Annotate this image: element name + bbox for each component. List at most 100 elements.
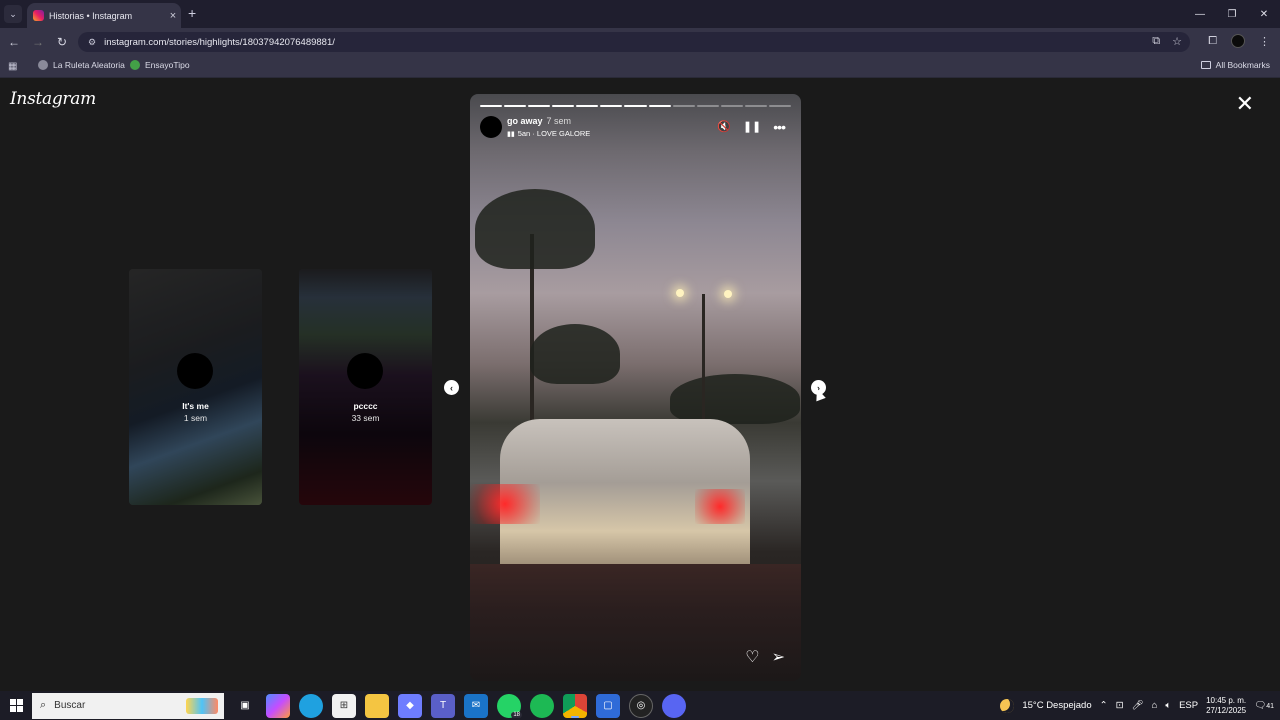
whatsapp-icon[interactable]: 18 <box>497 693 522 718</box>
notification-count: 41 <box>1266 703 1274 710</box>
profile-avatar-icon[interactable] <box>1231 34 1245 48</box>
progress-segment <box>528 105 551 107</box>
progress-segment <box>504 105 527 107</box>
taskbar-search[interactable]: ⌕ Buscar <box>32 692 224 719</box>
volume-icon[interactable]: 🔈︎ <box>1165 700 1171 711</box>
progress-segment <box>744 105 767 107</box>
language-indicator[interactable]: ESP <box>1179 700 1198 711</box>
menu-kebab-icon[interactable]: ⋮ <box>1259 35 1270 48</box>
active-story[interactable]: go away 7 sem ▮▮ 5an · LOVE GALORE 🔇 ❚❚ •… <box>470 94 801 681</box>
previous-story-chevron-left-icon[interactable]: ‹ <box>444 380 459 395</box>
username-text[interactable]: go away <box>507 116 543 126</box>
start-button[interactable] <box>0 691 32 720</box>
music-label: 5an · LOVE GALORE <box>517 129 591 138</box>
app-cube-icon[interactable]: ◆ <box>398 693 422 718</box>
muted-speaker-icon[interactable]: 🔇 <box>717 120 731 133</box>
progress-segment <box>576 105 599 107</box>
task-view-icon[interactable]: ▣ <box>233 694 257 718</box>
url-text: instagram.com/stories/highlights/1803794… <box>104 36 335 48</box>
chevron-up-icon[interactable]: ⌃ <box>1100 700 1108 711</box>
progress-segment <box>600 105 623 107</box>
notifications-icon[interactable]: 🗨︎41 <box>1254 700 1274 711</box>
clock-time: 10:45 p. m. <box>1206 695 1247 705</box>
store-icon[interactable]: ⊞ <box>332 693 356 718</box>
discord-icon[interactable] <box>662 693 686 718</box>
scene-palm-crown <box>475 189 595 269</box>
weather-text[interactable]: 15°C Despejado <box>1022 700 1091 711</box>
network-icon[interactable]: ⌂ <box>1152 700 1158 711</box>
new-tab-button[interactable]: + <box>188 5 196 21</box>
avatar[interactable] <box>480 116 502 138</box>
like-heart-icon[interactable]: ♡ <box>745 647 759 667</box>
story-music[interactable]: ▮▮ 5an · LOVE GALORE <box>507 129 590 138</box>
tab-close-icon[interactable]: × <box>165 10 181 22</box>
extensions-icon[interactable]: ⧠ <box>1208 35 1217 48</box>
app-square-icon[interactable]: ▢ <box>596 693 620 718</box>
mic-icon[interactable]: 🎤︎ <box>1132 700 1144 711</box>
avatar <box>177 353 213 389</box>
bookmark-ensayotipo[interactable]: EnsayoTipo <box>130 60 190 70</box>
progress-segment <box>552 105 575 107</box>
close-window-icon[interactable]: ✕ <box>1248 0 1280 28</box>
story-controls: 🔇 ❚❚ ••• <box>717 120 786 134</box>
scene-tail-light <box>470 484 540 524</box>
reload-icon[interactable]: ↻ <box>54 34 70 50</box>
scene-street-lamp <box>724 290 732 298</box>
browser-tab[interactable]: Historias • Instagram × <box>27 3 181 28</box>
spotify-icon[interactable] <box>530 693 554 718</box>
bookmark-star-icon[interactable]: ☆ <box>1172 35 1182 48</box>
share-send-icon[interactable]: ➢ <box>772 647 785 667</box>
edge-icon[interactable] <box>299 693 323 718</box>
tab-bar: ⌄ Historias • Instagram × + — ❐ ✕ <box>0 0 1280 28</box>
all-bookmarks-button[interactable]: All Bookmarks <box>1200 60 1270 70</box>
scene-street-lamp <box>676 289 684 297</box>
tray-app-icon[interactable]: ⊡ <box>1116 700 1124 711</box>
restore-icon[interactable]: ❐ <box>1216 0 1248 28</box>
instagram-logo[interactable]: Instagram <box>10 89 96 109</box>
search-highlight-icon <box>186 697 218 714</box>
more-options-icon[interactable]: ••• <box>773 120 786 134</box>
minimize-icon[interactable]: — <box>1184 0 1216 28</box>
whatsapp-badge: 18 <box>511 711 522 718</box>
address-bar[interactable]: ⚙ instagram.com/stories/highlights/18037… <box>78 32 1190 52</box>
apps-grid-icon[interactable]: ▦ <box>8 61 17 72</box>
pause-icon[interactable]: ❚❚ <box>743 120 761 133</box>
story-username[interactable]: go away 7 sem <box>507 116 571 126</box>
clock[interactable]: 10:45 p. m. 27/12/2025 <box>1206 696 1246 716</box>
copilot-icon[interactable] <box>266 693 290 718</box>
bookmark-label: EnsayoTipo <box>145 60 190 70</box>
file-explorer-icon[interactable] <box>365 693 389 718</box>
forward-icon[interactable]: → <box>30 34 46 50</box>
story-preview-1[interactable]: It's me 1 sem <box>129 269 262 505</box>
chrome-icon[interactable] <box>563 693 587 718</box>
teams-icon[interactable]: T <box>431 693 455 718</box>
close-icon[interactable]: ✕ <box>1236 93 1254 115</box>
progress-segment <box>720 105 743 107</box>
progress-segment <box>648 105 671 107</box>
music-bars-icon: ▮▮ <box>507 130 515 138</box>
progress-segment <box>768 105 792 107</box>
avatar <box>347 353 383 389</box>
instagram-favicon-icon <box>33 10 44 21</box>
browser-toolbar: ← → ↻ ⚙ instagram.com/stories/highlights… <box>0 28 1280 56</box>
search-icon: ⌕ <box>40 699 47 711</box>
install-app-icon[interactable]: ⧉ <box>1152 35 1160 48</box>
bookmark-favicon-icon <box>130 60 140 70</box>
story-preview-2[interactable]: pcccc 33 sem <box>299 269 432 505</box>
back-icon[interactable]: ← <box>6 34 22 50</box>
bookmark-favicon-icon <box>38 60 48 70</box>
site-info-icon[interactable]: ⚙ <box>88 37 96 48</box>
mail-icon[interactable]: ✉ <box>464 693 488 718</box>
windows-taskbar: ⌕ Buscar ▣ ⊞ ◆ T ✉ 18 ▢ ◎ 15°C Despejado… <box>0 691 1280 720</box>
story-viewer: Instagram ✕ It's me 1 sem pcccc 33 sem ‹… <box>0 79 1280 691</box>
bookmark-la-ruleta[interactable]: La Ruleta Aleatoria <box>38 60 125 70</box>
preview-time: 33 sem <box>351 413 380 423</box>
tab-title: Historias • Instagram <box>49 10 133 21</box>
tab-search-button[interactable]: ⌄ <box>4 5 22 23</box>
story-age: 7 sem <box>546 116 572 126</box>
bookmarks-bar: ▦ La Ruleta Aleatoria EnsayoTipo All Boo… <box>0 56 1280 78</box>
bookmark-label: La Ruleta Aleatoria <box>53 60 125 70</box>
story-progress-bar <box>480 105 792 107</box>
search-placeholder: Buscar <box>54 700 86 711</box>
app-circle-icon[interactable]: ◎ <box>629 693 653 718</box>
